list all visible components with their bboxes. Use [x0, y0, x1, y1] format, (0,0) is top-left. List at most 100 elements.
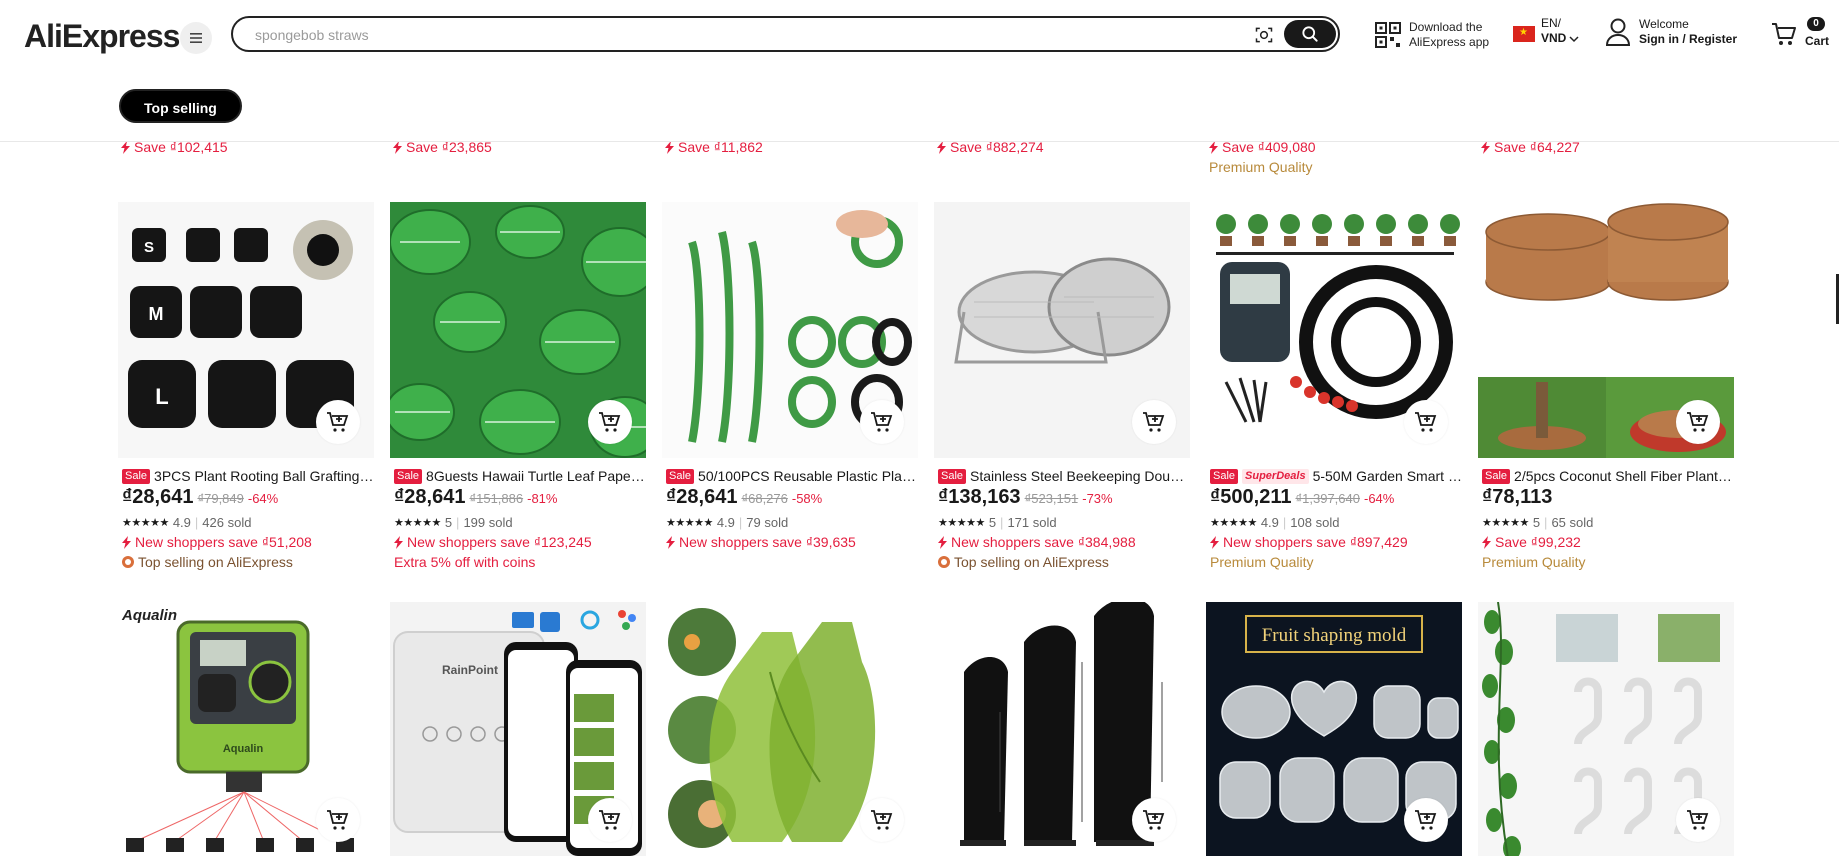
product-card[interactable]: SaleSuperDeals5-50M Garden Smart Rain Se…: [1206, 202, 1462, 572]
rating-value: 5: [988, 514, 997, 530]
product-image[interactable]: [934, 202, 1190, 458]
premium-quality-label: Premium Quality: [1482, 554, 1586, 570]
tab-top-selling[interactable]: Top selling: [119, 89, 242, 123]
product-title[interactable]: Sale50/100PCS Reusable Plastic Plant Sup…: [662, 466, 918, 486]
product-image[interactable]: [662, 202, 918, 458]
product-card[interactable]: SaleStainless Steel Beekeeping Double Si…: [934, 202, 1190, 572]
svg-text:L: L: [155, 384, 168, 409]
product-image[interactable]: [662, 602, 918, 856]
aliexpress-logo[interactable]: AliExpress: [24, 18, 180, 55]
account-text: Welcome Sign in / Register: [1639, 17, 1737, 47]
product-card[interactable]: Fruit shaping mold: [1206, 602, 1462, 856]
product-card[interactable]: [662, 602, 918, 856]
sale-price: ₫28,641: [394, 486, 466, 508]
product-card[interactable]: Sale8Guests Hawaii Turtle Leaf Paper Pla…: [390, 202, 646, 572]
download-line-1: Download the: [1409, 20, 1483, 34]
sold-count: 65 sold: [1551, 514, 1594, 530]
promo-text: New shoppers save ₫39,635: [679, 534, 856, 550]
product-image[interactable]: S M L: [118, 202, 374, 458]
product-title[interactable]: SaleSuperDeals5-50M Garden Smart Rain Se…: [1206, 466, 1462, 486]
product-card[interactable]: [934, 602, 1190, 856]
product-title-text: Stainless Steel Beekeeping Double Sieve …: [970, 468, 1190, 484]
discount-percent: -64%: [247, 491, 279, 506]
svg-text:RainPoint: RainPoint: [442, 663, 498, 677]
top-selling-line: Top selling on AliExpress: [934, 552, 1190, 572]
add-to-cart-button[interactable]: [1676, 400, 1720, 444]
discount-percent: -81%: [527, 491, 558, 506]
rating-value: 4.9: [172, 514, 191, 530]
search-button[interactable]: [1284, 20, 1336, 48]
search-input[interactable]: [255, 24, 1235, 46]
product-title-text: 5-50M Garden Smart Rain Sensor Watering …: [1312, 468, 1462, 484]
add-to-cart-icon: [871, 810, 893, 830]
coins-text: Extra 5% off with coins: [394, 554, 536, 570]
language-currency-selector[interactable]: EN/ VND: [1513, 16, 1579, 46]
add-to-cart-button[interactable]: [1132, 798, 1176, 842]
product-image[interactable]: [1206, 202, 1462, 458]
lightning-icon: [393, 140, 402, 154]
sold-count: 426 sold: [202, 514, 252, 530]
partial-card[interactable]: Save ₫409,080 Premium Quality: [1209, 137, 1465, 177]
rating-row: ★★★★★ 4.9 | 426 sold: [122, 514, 252, 530]
add-to-cart-button[interactable]: [1676, 798, 1720, 842]
product-card[interactable]: Aqualin Aqualin: [118, 602, 374, 856]
image-search-button[interactable]: [1250, 22, 1278, 48]
product-image[interactable]: Aqualin Aqualin: [118, 602, 374, 856]
add-to-cart-button[interactable]: [316, 400, 360, 444]
star-rating-icon: ★★★★★: [1482, 516, 1529, 529]
product-image[interactable]: RainPoint: [390, 602, 646, 856]
account-link[interactable]: Welcome Sign in / Register: [1605, 17, 1737, 47]
add-to-cart-button[interactable]: [1132, 400, 1176, 444]
product-image[interactable]: [390, 202, 646, 458]
add-to-cart-button[interactable]: [588, 798, 632, 842]
coins-line: Extra 5% off with coins: [390, 552, 646, 572]
add-to-cart-button[interactable]: [588, 400, 632, 444]
price-row: ₫500,211 ₫1,397,640 -64%: [1206, 486, 1462, 512]
add-to-cart-button[interactable]: [316, 798, 360, 842]
cart-link[interactable]: 0 Cart: [1771, 17, 1831, 51]
product-image[interactable]: [1478, 602, 1734, 856]
add-to-cart-button[interactable]: [1404, 798, 1448, 842]
promo-text: New shoppers save ₫123,245: [407, 534, 592, 550]
lightning-icon: [938, 535, 947, 549]
price-row: ₫138,163 ₫523,151 -73%: [934, 486, 1190, 512]
product-title[interactable]: SaleStainless Steel Beekeeping Double Si…: [934, 466, 1190, 486]
qr-code-icon: [1375, 22, 1401, 48]
rating-row: ★★★★★ 5 | 171 sold: [938, 514, 1057, 530]
product-image[interactable]: Fruit shaping mold: [1206, 602, 1462, 856]
original-price: ₫68,276: [741, 491, 788, 506]
menu-button[interactable]: [180, 22, 212, 54]
product-card[interactable]: S M L Sale 3PCS Plant Rooting Ball Grafti…: [118, 202, 374, 572]
lightning-icon: [937, 140, 946, 154]
product-image[interactable]: [1478, 202, 1734, 458]
product-title[interactable]: Sale8Guests Hawaii Turtle Leaf Paper Pla…: [390, 466, 646, 486]
rating-row: ★★★★★ 4.9 | 79 sold: [666, 514, 789, 530]
product-image[interactable]: [934, 602, 1190, 856]
currency-label: VND: [1541, 31, 1567, 45]
add-to-cart-button[interactable]: [860, 798, 904, 842]
product-card[interactable]: Sale50/100PCS Reusable Plastic Plant Sup…: [662, 202, 918, 552]
add-to-cart-icon: [1143, 810, 1165, 830]
lightning-icon: [665, 140, 674, 154]
premium-quality-label: Premium Quality: [1209, 159, 1313, 175]
sale-badge: Sale: [666, 468, 695, 484]
product-title[interactable]: Sale2/5pcs Coconut Shell Fiber Plant Mul…: [1478, 466, 1734, 486]
add-to-cart-button[interactable]: [1404, 400, 1448, 444]
download-app-link[interactable]: Download the AliExpress app: [1375, 19, 1489, 51]
add-to-cart-icon: [1687, 810, 1709, 830]
top-selling-text: Top selling on AliExpress: [138, 554, 293, 570]
product-card[interactable]: [1478, 602, 1734, 856]
svg-text:M: M: [149, 304, 164, 324]
product-card[interactable]: RainPoint: [390, 602, 646, 856]
rating-value: 5: [1532, 514, 1541, 530]
product-card[interactable]: Sale2/5pcs Coconut Shell Fiber Plant Mul…: [1478, 202, 1734, 572]
svg-text:Aqualin: Aqualin: [121, 607, 177, 624]
search-bar: [231, 16, 1340, 52]
signin-register-link[interactable]: Sign in / Register: [1639, 32, 1737, 47]
product-title[interactable]: Sale3PCS Plant Rooting Ball Grafting Roo…: [118, 466, 374, 486]
star-rating-icon: ★★★★★: [394, 516, 441, 529]
add-to-cart-button[interactable]: [860, 400, 904, 444]
sale-badge: Sale: [1210, 468, 1239, 484]
sale-price: ₫138,163: [938, 486, 1021, 508]
add-to-cart-icon: [1415, 810, 1437, 830]
